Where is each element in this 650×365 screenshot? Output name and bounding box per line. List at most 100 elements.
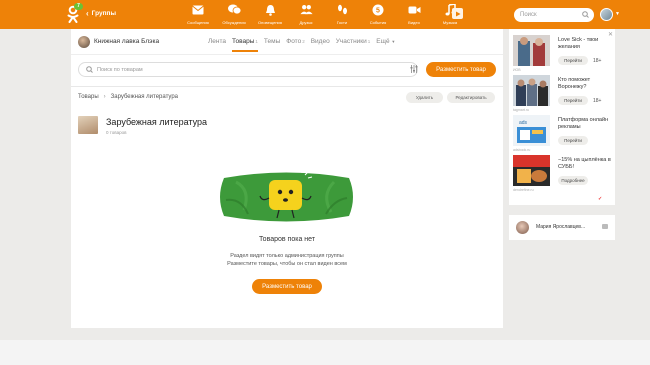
footprints-icon — [336, 3, 349, 16]
friends-icon — [299, 3, 313, 16]
tab-more[interactable]: Ещё ▼ — [376, 38, 395, 45]
ad-go-button[interactable]: Перейти — [558, 96, 588, 105]
footer-strip — [0, 340, 650, 365]
main-nav: Сообщения Обсуждения Оповещения Друзья Г… — [180, 3, 468, 25]
tab-topics[interactable]: Темы — [264, 38, 280, 45]
age-rating: 18+ — [593, 98, 602, 104]
back-to-groups-link[interactable]: ‹ Группы — [86, 8, 116, 18]
ad-title[interactable]: Love Sick - твои желания — [558, 37, 613, 51]
ads-panel: ✕ Love Sick - твои желания Перейти 18+ И… — [509, 29, 615, 205]
ad-go-button[interactable]: Перейти — [558, 56, 588, 65]
nav-label: Гости — [336, 20, 348, 25]
ad-image — [513, 155, 550, 186]
empty-state-illustration — [220, 170, 353, 222]
chat-widget[interactable]: Мария Ярославцев... — [509, 215, 615, 240]
empty-state-title: Товаров пока нет — [258, 236, 316, 243]
nav-label: Друзья — [299, 20, 313, 25]
divider — [71, 86, 503, 87]
category-title: Зарубежная литература — [106, 117, 208, 127]
nav-messages[interactable]: Сообщения — [180, 3, 216, 25]
tab-video[interactable]: Видео — [311, 38, 330, 45]
tab-members[interactable]: Участники1 — [336, 38, 371, 45]
nav-friends[interactable]: Друзья — [288, 3, 324, 25]
product-search-row: Поиск по товарам Разместить товар — [78, 62, 496, 78]
category-thumbnail — [78, 116, 98, 134]
caret-down-icon[interactable]: ▼ — [615, 11, 620, 17]
breadcrumb-root-link[interactable]: Товары — [78, 94, 99, 100]
ad-marker-icon[interactable]: ✓ — [598, 196, 602, 202]
nav-discussions[interactable]: Обсуждения — [216, 3, 252, 25]
nav-events[interactable]: 5 События — [360, 3, 396, 25]
ad-source: dendrefine.ru — [513, 188, 534, 192]
ad-image — [513, 35, 550, 66]
empty-place-product-button[interactable]: Разместить товар — [252, 279, 322, 294]
ad-title[interactable]: Платформа онлайн рекламы — [558, 117, 613, 131]
group-avatar[interactable] — [78, 36, 90, 48]
search-placeholder: Поиск по товарам — [97, 66, 143, 73]
nav-label: Сообщения — [187, 20, 209, 25]
ad-more-button[interactable]: Подробнее — [558, 176, 588, 185]
envelope-icon — [192, 3, 205, 16]
ad-image — [513, 75, 550, 106]
filter-sliders-icon[interactable] — [410, 65, 418, 73]
svg-text:ads: ads — [519, 120, 528, 126]
search-icon — [582, 11, 589, 18]
empty-state-line: Раздел видят только администрация группы — [230, 253, 344, 259]
nav-label: Видео — [408, 20, 420, 25]
play-icon — [455, 11, 460, 16]
ad-title[interactable]: −15% на цыплёнка в СУББ! — [558, 157, 613, 171]
ad-source: tagmart.ru — [513, 108, 529, 112]
ad-source: adsbook.ru — [513, 148, 531, 152]
chat-contact-name: Мария Ярославцев... — [536, 224, 586, 230]
user-avatar[interactable] — [600, 8, 613, 21]
bell-icon — [264, 3, 277, 16]
search-icon — [86, 66, 93, 73]
tab-label: Ещё — [376, 38, 390, 45]
nav-guests[interactable]: Гости — [324, 3, 360, 25]
nav-label: События — [369, 20, 387, 25]
main-content: Книжная лавка Блэка Лента Товары1 Темы Ф… — [71, 29, 503, 328]
product-search-input[interactable]: Поиск по товарам — [78, 62, 418, 77]
message-icon — [602, 224, 608, 229]
events-icon: 5 — [372, 3, 385, 16]
music-play-button[interactable] — [452, 8, 463, 19]
tab-label: Фото — [286, 38, 302, 45]
tab-feed[interactable]: Лента — [208, 38, 226, 45]
nav-notifications[interactable]: Оповещения — [252, 3, 288, 25]
tab-label: Темы — [263, 38, 281, 45]
chevron-down-icon: ▼ — [391, 39, 396, 44]
ad-source: ИОВ — [513, 68, 521, 72]
empty-state-text: Раздел видят только администрация группы… — [71, 252, 503, 268]
search-placeholder: Поиск — [520, 12, 537, 18]
global-search-input[interactable]: Поиск — [514, 8, 594, 22]
ad-go-button[interactable]: Перейти — [558, 136, 588, 145]
tab-label: Лента — [208, 38, 226, 45]
notification-badge: 7 — [74, 3, 83, 10]
tab-label: Видео — [310, 38, 330, 45]
chat-bubbles-icon — [227, 3, 241, 16]
empty-state-line: Разместите товары, чтобы он стал виден в… — [227, 261, 347, 267]
age-rating: 18+ — [593, 58, 602, 64]
tab-count: 1 — [255, 39, 258, 44]
place-product-button[interactable]: Разместить товар — [426, 62, 496, 77]
ad-image: ads — [513, 115, 550, 146]
tab-label: Участники — [335, 38, 367, 45]
ad-title[interactable]: Кто поможет Воронежу? — [558, 77, 613, 91]
tab-photos[interactable]: Фото2 — [286, 38, 304, 45]
group-name[interactable]: Книжная лавка Блэка — [94, 38, 159, 45]
nav-label: Оповещения — [258, 20, 282, 25]
edit-category-button[interactable]: Редактировать — [447, 92, 495, 103]
breadcrumb: Товары › Зарубежная литература — [78, 94, 178, 100]
video-camera-icon — [408, 3, 421, 16]
svg-text:5: 5 — [376, 7, 380, 14]
nav-video[interactable]: Видео — [396, 3, 432, 25]
group-header: Книжная лавка Блэка Лента Товары1 Темы Ф… — [71, 29, 503, 55]
chat-avatar — [516, 221, 529, 234]
nav-label: Обсуждения — [222, 20, 246, 25]
nav-label: Музыка — [442, 20, 458, 25]
delete-category-button[interactable]: Удалить — [406, 92, 443, 103]
chevron-right-icon: › — [103, 94, 106, 100]
tab-products[interactable]: Товары1 — [232, 38, 258, 52]
category-product-count: 0 товаров — [106, 130, 127, 135]
chevron-left-icon: ‹ — [86, 8, 89, 18]
